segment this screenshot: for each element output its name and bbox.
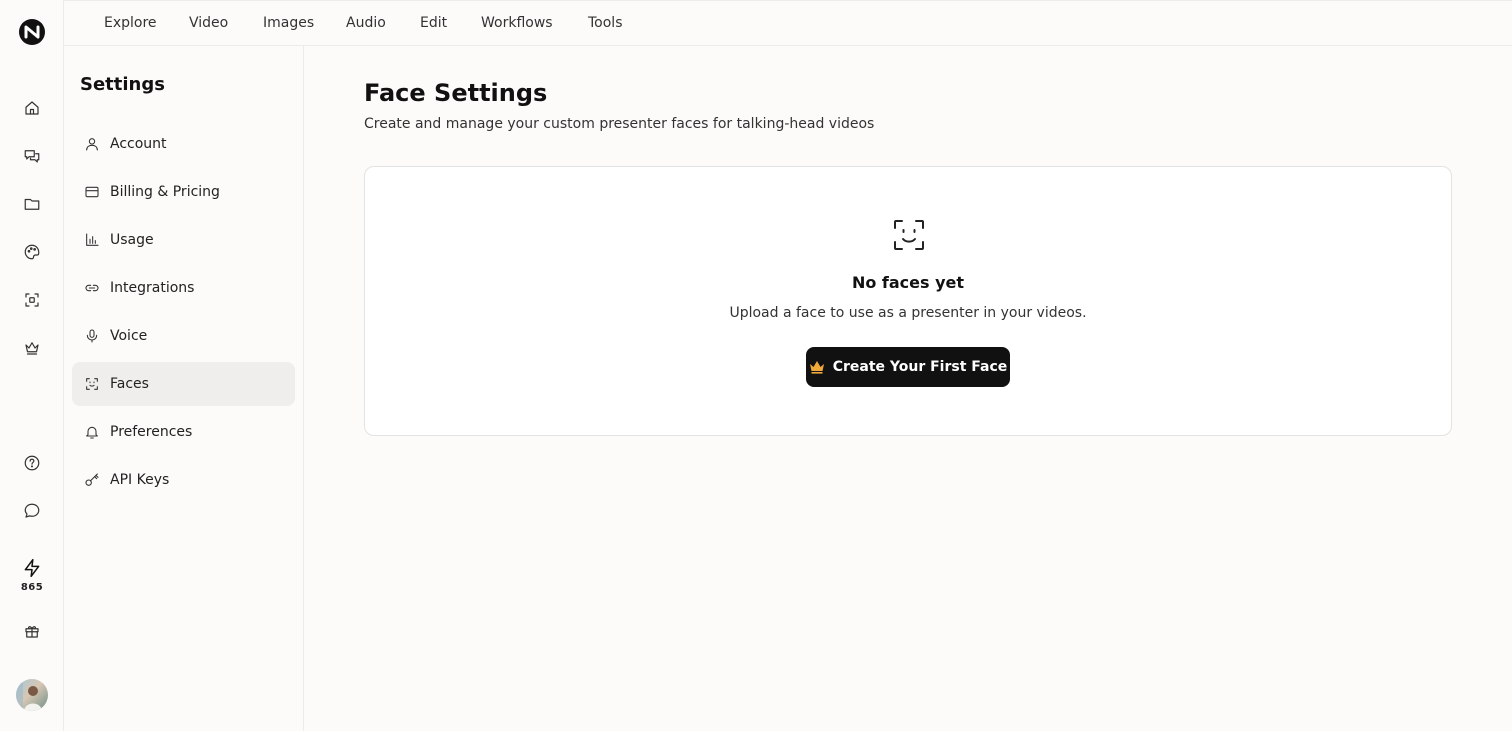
crown-icon[interactable] (20, 336, 44, 360)
empty-state-title: No faces yet (851, 273, 965, 292)
chat-icon[interactable] (20, 144, 44, 168)
main-content: Face Settings Create and manage your cus… (304, 46, 1512, 731)
sidebar-item-label: Billing & Pricing (110, 184, 220, 200)
user-icon (86, 138, 98, 151)
face-scan-icon (889, 215, 929, 255)
sidebar-item-label: Preferences (110, 424, 193, 440)
sidebar-item-label: Usage (110, 232, 154, 248)
sidebar-item-label: API Keys (110, 472, 170, 488)
sidebar-item-voice[interactable]: Voice (72, 314, 295, 358)
gift-icon[interactable] (20, 619, 44, 643)
folder-icon[interactable] (20, 192, 44, 216)
sidebar-item-api-keys[interactable]: API Keys (72, 458, 295, 502)
nav-edit[interactable]: Edit (420, 15, 447, 31)
credits-value: 865 (20, 582, 44, 593)
sidebar-item-label: Faces (110, 376, 149, 392)
avatar[interactable] (16, 679, 48, 711)
sidebar-item-label: Integrations (110, 280, 195, 296)
help-icon[interactable] (20, 451, 44, 475)
create-first-face-button[interactable]: Create Your First Face (806, 347, 1010, 387)
settings-sidebar: Settings Account Billing & Pricing Usage… (64, 46, 304, 731)
key-icon (85, 473, 99, 486)
create-first-face-label: Create Your First Face (832, 359, 1008, 375)
credit-card-icon (85, 186, 99, 198)
page-title: Face Settings (364, 79, 548, 107)
sidebar-item-billing[interactable]: Billing & Pricing (72, 170, 295, 214)
palette-icon[interactable] (20, 240, 44, 264)
brand-logo-icon[interactable] (18, 18, 46, 46)
sidebar-item-integrations[interactable]: Integrations (72, 266, 295, 310)
bar-chart-icon (86, 233, 99, 246)
bell-icon (86, 426, 98, 439)
message-icon[interactable] (20, 499, 44, 523)
microphone-icon (86, 329, 98, 343)
sidebar-item-usage[interactable]: Usage (72, 218, 295, 262)
nav-tools[interactable]: Tools (588, 15, 623, 31)
crown-icon (809, 361, 824, 374)
nav-audio[interactable]: Audio (346, 15, 386, 31)
sidebar-item-label: Account (110, 136, 167, 152)
faces-empty-state-card: No faces yet Upload a face to use as a p… (364, 166, 1452, 436)
empty-state-subtitle: Upload a face to use as a presenter in y… (729, 305, 1087, 321)
sidebar-item-label: Voice (110, 328, 148, 344)
nav-explore[interactable]: Explore (104, 15, 157, 31)
nav-workflows[interactable]: Workflows (481, 15, 553, 31)
face-scan-icon (86, 378, 98, 390)
top-navigation: Explore Video Images Audio Edit Workflow… (64, 0, 1512, 46)
page-subtitle: Create and manage your custom presenter … (364, 116, 875, 132)
home-icon[interactable] (20, 96, 44, 120)
credits-counter[interactable]: 865 (12, 558, 52, 593)
sidebar-title: Settings (80, 74, 165, 95)
sidebar-item-account[interactable]: Account (72, 122, 295, 166)
sidebar-item-faces[interactable]: Faces (72, 362, 295, 406)
link-icon (85, 284, 99, 292)
sidebar-item-preferences[interactable]: Preferences (72, 410, 295, 454)
nav-video[interactable]: Video (189, 15, 228, 31)
icon-rail: 865 (0, 0, 64, 731)
scan-icon[interactable] (20, 288, 44, 312)
lightning-icon (24, 558, 40, 578)
nav-images[interactable]: Images (263, 15, 314, 31)
